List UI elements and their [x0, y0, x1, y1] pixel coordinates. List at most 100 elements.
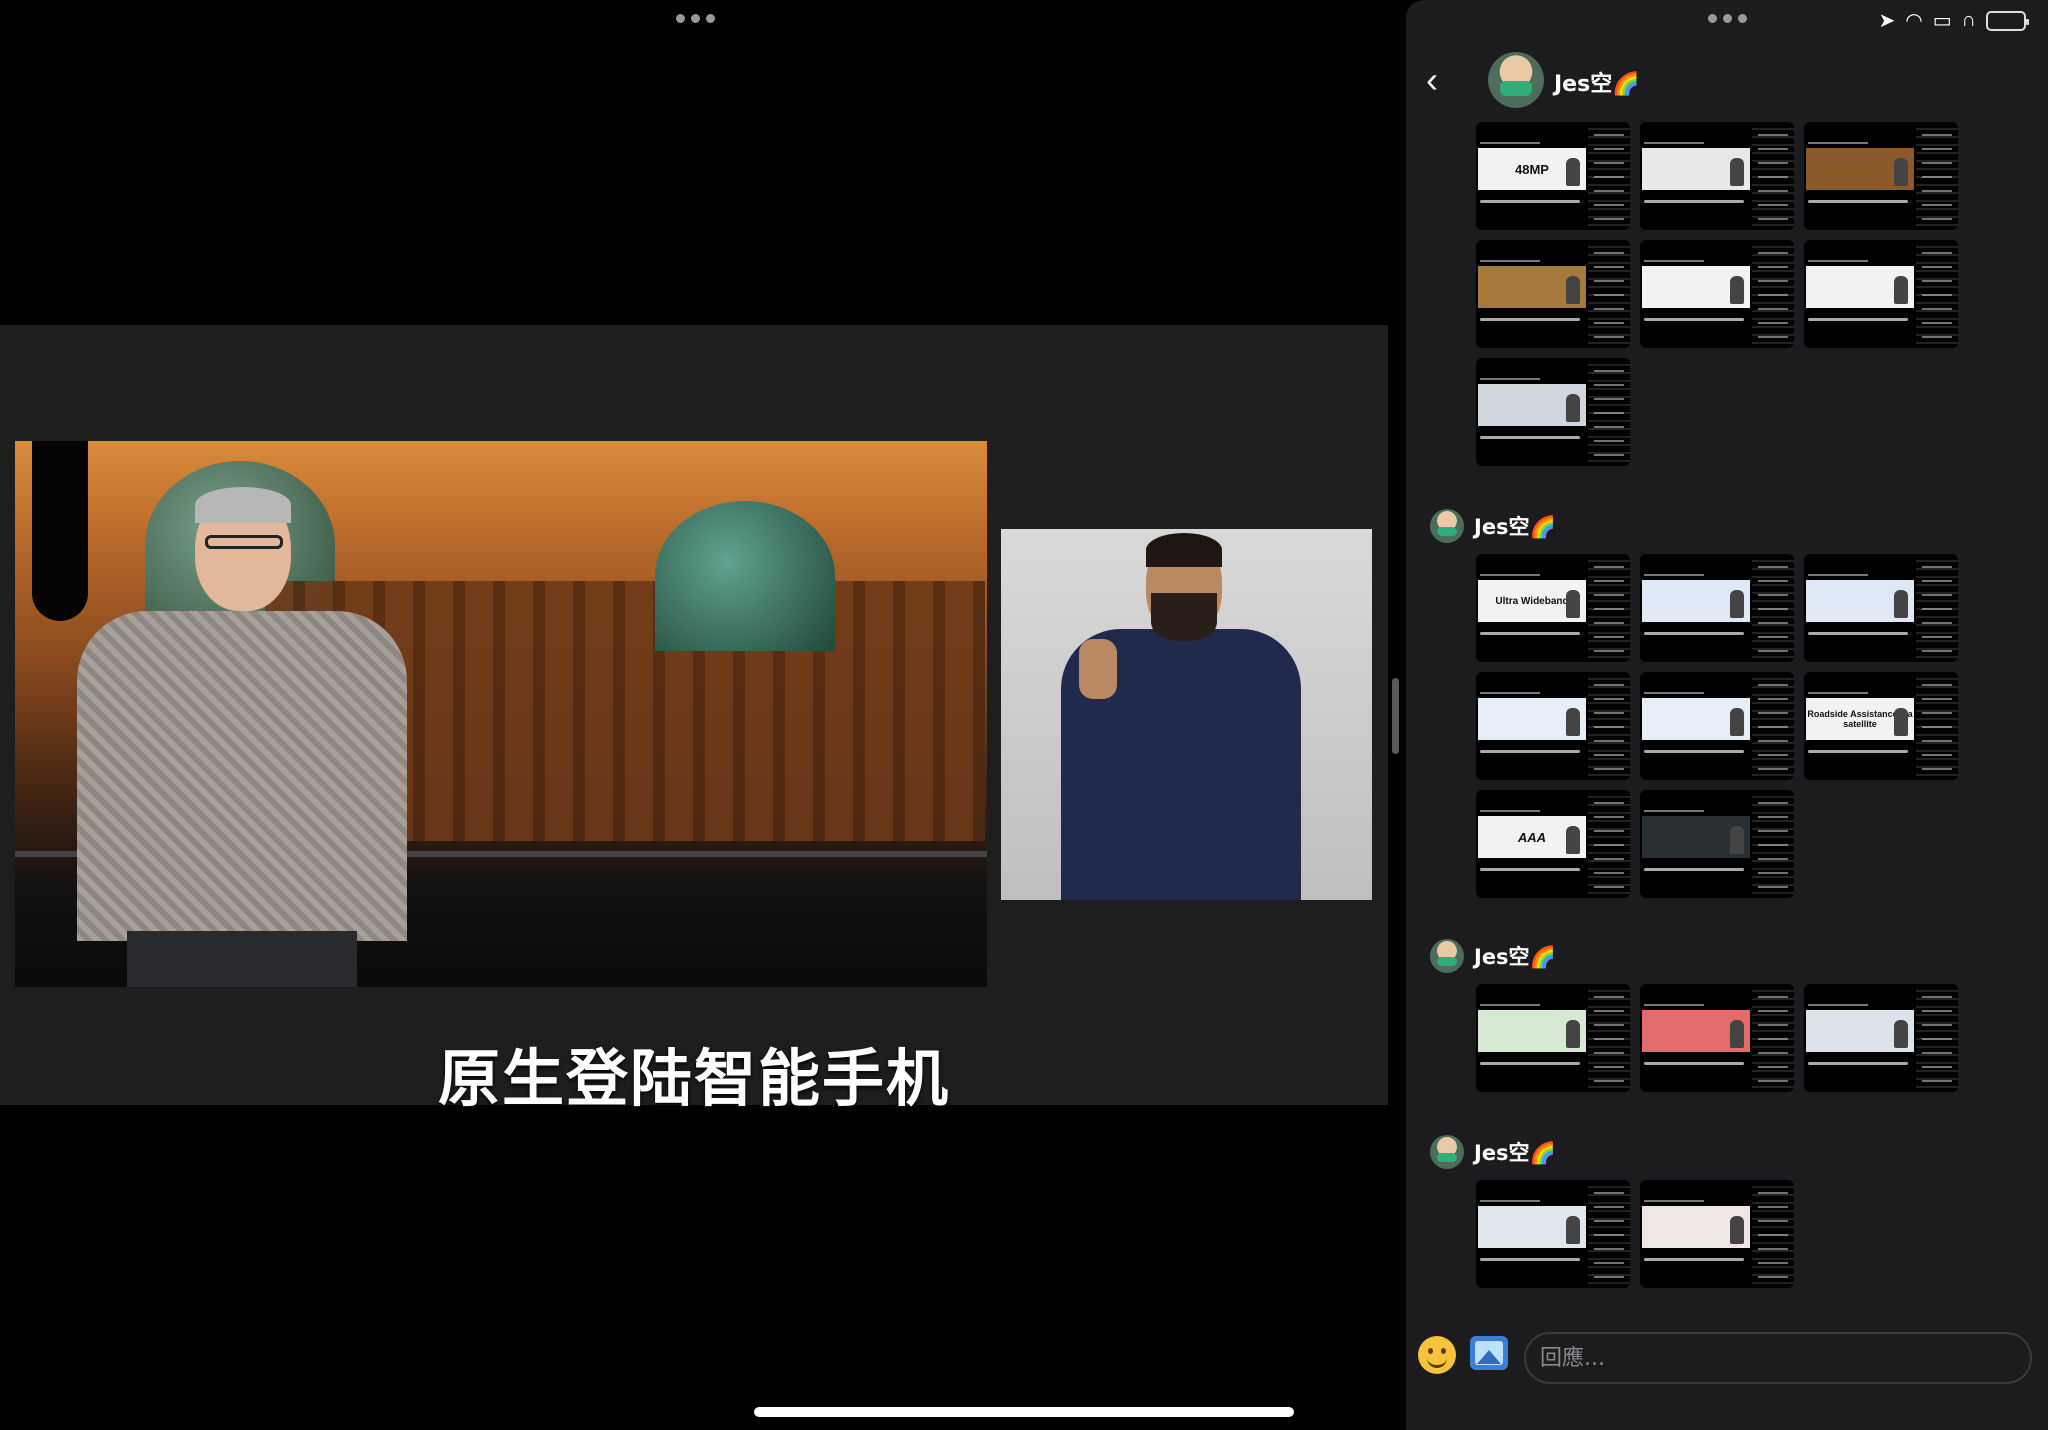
sender-name[interactable]: Jes空🌈 [1474, 511, 1556, 541]
image-thumbnail[interactable] [1640, 1180, 1794, 1288]
split-view-screen: 原生登陆智能手机 ➤ ◠ ▭ ∩ ‹ Jes空🌈 48MP Jes空🌈 Ultr… [0, 0, 2048, 1430]
thumb-person [1730, 158, 1744, 186]
thumb-caption-top [1644, 810, 1704, 812]
thumb-person [1566, 1020, 1580, 1048]
thumb-side-panel [1752, 1180, 1794, 1288]
thumbnail-grid [1476, 1180, 1958, 1288]
image-thumbnail[interactable] [1640, 790, 1794, 898]
reply-input[interactable] [1524, 1332, 2032, 1384]
thumb-caption-top [1808, 1004, 1868, 1006]
contact-name[interactable]: Jes空🌈 [1554, 66, 1640, 98]
image-thumbnail[interactable]: Ultra Wideband [1476, 554, 1630, 662]
thumb-side-panel [1588, 672, 1630, 780]
sender-name[interactable]: Jes空🌈 [1474, 941, 1556, 971]
multitasking-menu-icon-right[interactable] [1708, 14, 1747, 23]
multitasking-menu-icon[interactable] [676, 14, 715, 23]
thumb-caption-top [1480, 1200, 1540, 1202]
thumb-caption [1808, 200, 1908, 203]
image-thumbnail[interactable]: 48MP [1476, 122, 1630, 230]
video-subtitle: 原生登陆智能手机 [437, 1042, 950, 1115]
image-thumbnail[interactable] [1640, 240, 1794, 348]
thumb-person [1730, 590, 1744, 618]
thumb-person [1566, 708, 1580, 736]
thumb-caption [1644, 200, 1744, 203]
avatar[interactable] [1488, 52, 1544, 108]
interpreter-beard [1151, 593, 1217, 641]
thumb-caption-top [1808, 692, 1868, 694]
thumb-side-panel [1752, 554, 1794, 662]
interpreter-hair [1146, 533, 1222, 567]
back-chevron-icon[interactable]: ‹ [1426, 62, 1462, 98]
thumb-caption-top [1480, 1004, 1540, 1006]
image-thumbnail[interactable] [1476, 1180, 1630, 1288]
sign-language-interpreter-video [1001, 529, 1372, 900]
message-sender-row: Jes空🌈 [1430, 1132, 1556, 1172]
location-arrow-icon: ➤ [1878, 10, 1896, 32]
thumb-caption-top [1808, 574, 1868, 576]
emoji-icon[interactable] [1418, 1336, 1456, 1374]
image-thumbnail[interactable]: AAA [1476, 790, 1630, 898]
thumb-person [1730, 826, 1744, 854]
video-player[interactable]: 原生登陆智能手机 [0, 325, 1388, 1115]
thumb-side-panel [1588, 790, 1630, 898]
thumb-caption-top [1644, 1200, 1704, 1202]
thumb-side-panel [1916, 984, 1958, 1092]
interpreter-hand [1079, 639, 1117, 699]
thumb-side-panel [1588, 1180, 1630, 1288]
avatar[interactable] [1430, 509, 1464, 543]
thumb-person [1566, 394, 1580, 422]
thumb-person [1894, 708, 1908, 736]
image-thumbnail[interactable] [1476, 358, 1630, 466]
thumb-caption-top [1480, 378, 1540, 380]
thumb-caption [1644, 318, 1744, 321]
thumb-person [1566, 158, 1580, 186]
avatar[interactable] [1430, 939, 1464, 973]
split-view-divider-handle[interactable] [1392, 678, 1399, 754]
thumb-caption-top [1808, 142, 1868, 144]
sender-name[interactable]: Jes空🌈 [1474, 1137, 1556, 1167]
thumb-caption-top [1480, 574, 1540, 576]
reply-bar [1406, 1320, 2048, 1400]
thumb-caption [1808, 1062, 1908, 1065]
thumb-side-panel [1752, 672, 1794, 780]
thumb-caption [1480, 632, 1580, 635]
thumb-side-panel [1752, 240, 1794, 348]
thumb-side-panel [1588, 358, 1630, 466]
thumb-caption-top [1644, 142, 1704, 144]
thumb-caption-top [1480, 810, 1540, 812]
thumb-caption-top [1644, 574, 1704, 576]
image-thumbnail[interactable] [1640, 554, 1794, 662]
image-picker-icon[interactable] [1470, 1336, 1508, 1370]
image-thumbnail[interactable] [1476, 984, 1630, 1092]
thumb-person [1894, 1020, 1908, 1048]
thumb-caption [1480, 868, 1580, 871]
home-indicator[interactable] [754, 1407, 1294, 1417]
avatar[interactable] [1430, 1135, 1464, 1169]
thumbnail-grid [1476, 984, 1958, 1092]
image-thumbnail[interactable] [1640, 672, 1794, 780]
image-thumbnail[interactable] [1476, 672, 1630, 780]
thumb-caption [1480, 1258, 1580, 1261]
thumb-caption [1480, 1062, 1580, 1065]
image-thumbnail[interactable] [1804, 240, 1958, 348]
wifi-icon: ◠ [1905, 10, 1923, 32]
thumb-side-panel [1916, 122, 1958, 230]
thumb-caption [1808, 632, 1908, 635]
image-thumbnail[interactable] [1640, 984, 1794, 1092]
thumb-caption [1480, 436, 1580, 439]
thumb-side-panel [1588, 122, 1630, 230]
thumb-side-panel [1752, 790, 1794, 898]
image-thumbnail[interactable] [1804, 984, 1958, 1092]
presenter-legs [127, 931, 357, 987]
presenter-body [77, 611, 407, 941]
thumb-person [1566, 276, 1580, 304]
image-thumbnail[interactable] [1640, 122, 1794, 230]
thumbnail-grid: 48MP [1476, 122, 1958, 466]
image-thumbnail[interactable] [1804, 122, 1958, 230]
image-thumbnail[interactable] [1804, 554, 1958, 662]
thumb-caption [1480, 200, 1580, 203]
thumb-side-panel [1588, 554, 1630, 662]
thumb-side-panel [1752, 984, 1794, 1092]
image-thumbnail[interactable]: Roadside Assistance via satellite [1804, 672, 1958, 780]
image-thumbnail[interactable] [1476, 240, 1630, 348]
